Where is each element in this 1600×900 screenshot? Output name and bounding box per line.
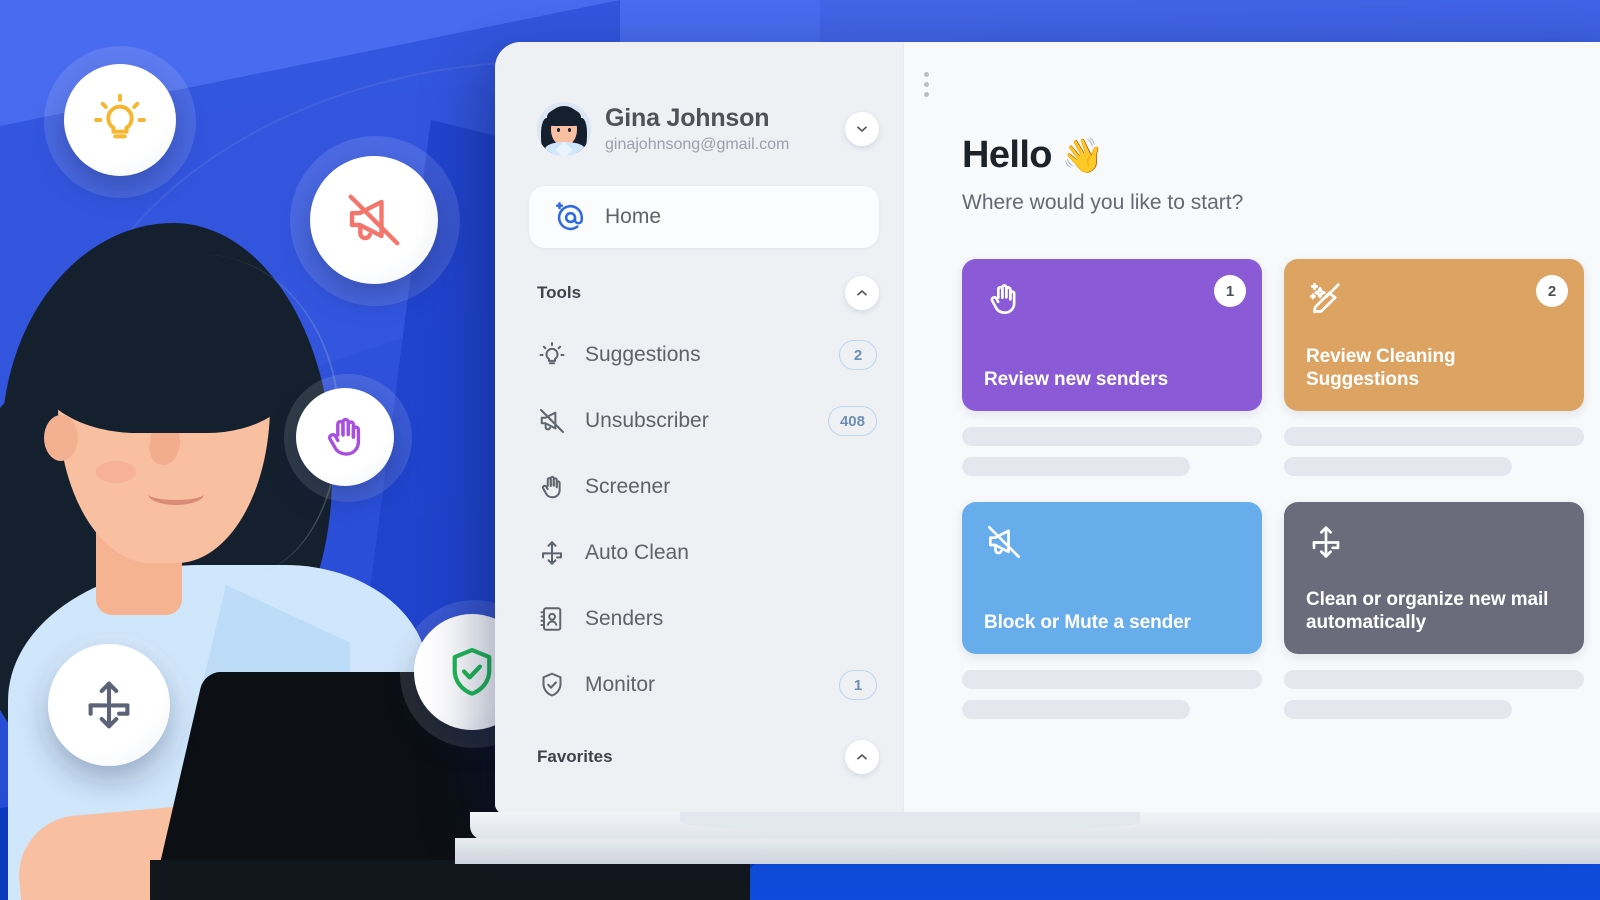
floating-megaphone-off-icon xyxy=(310,156,438,284)
sidebar-item-suggestions-badge: 2 xyxy=(839,340,877,370)
card-cell: Block or Mute a sender xyxy=(962,502,1262,719)
sidebar-item-auto-clean[interactable]: Auto Clean xyxy=(495,520,903,586)
sidebar-item-unsubscriber-badge: 408 xyxy=(827,406,877,436)
sidebar-item-unsubscriber-label: Unsubscriber xyxy=(585,409,709,432)
skeleton-bar xyxy=(962,457,1190,476)
app-window: Gina Johnson ginajohnsong@gmail.com Home xyxy=(495,42,1600,814)
card-skeleton xyxy=(962,670,1262,719)
skeleton-bar xyxy=(1284,700,1512,719)
tools-collapse-button[interactable] xyxy=(845,276,879,310)
sidebar-item-unsubscriber[interactable]: Unsubscriber 408 xyxy=(495,388,903,454)
card-title: Review new senders xyxy=(984,368,1169,390)
megaphone-off-icon xyxy=(988,526,1020,558)
sidebar-item-home-label: Home xyxy=(605,205,662,228)
sidebar-item-home[interactable]: Home xyxy=(529,186,879,248)
auto-clean-icon xyxy=(1312,526,1340,558)
shield-check-icon xyxy=(542,672,562,697)
main-panel: Hello 👋 Where would you like to start? R… xyxy=(903,42,1600,814)
profile-name: Gina Johnson xyxy=(605,104,770,133)
contact-card-icon xyxy=(540,607,562,631)
sidebar-item-monitor-label: Monitor xyxy=(585,673,656,696)
hand-icon xyxy=(541,475,561,499)
card-title: Clean or organize new mail automatically xyxy=(1306,588,1549,633)
action-cards-grid: Review new senders 1 Review Cleaning Sug… xyxy=(962,259,1600,719)
card-skeleton xyxy=(1284,427,1584,476)
card-block-or-mute-a-sender[interactable]: Block or Mute a sender xyxy=(962,502,1262,654)
floating-lightbulb-icon xyxy=(64,64,176,176)
sidebar-item-screener[interactable]: Screener xyxy=(495,454,903,520)
lightbulb-icon xyxy=(539,342,565,365)
sidebar-item-auto-clean-label: Auto Clean xyxy=(585,541,689,564)
card-review-cleaning-suggestions[interactable]: Review Cleaning Suggestions 2 xyxy=(1284,259,1584,411)
sidebar: Gina Johnson ginajohnsong@gmail.com Home xyxy=(495,42,903,814)
floating-hand-icon xyxy=(296,388,394,486)
greeting-text: Hello xyxy=(962,134,1053,176)
sidebar-item-suggestions-label: Suggestions xyxy=(585,343,701,366)
card-title: Block or Mute a sender xyxy=(984,611,1191,633)
sidebar-item-screener-label: Screener xyxy=(585,475,671,498)
card-skeleton xyxy=(1284,670,1584,719)
sidebar-item-senders[interactable]: Senders xyxy=(495,586,903,652)
laptop-notch xyxy=(680,812,1140,832)
favorites-section-title: Favorites xyxy=(537,747,613,766)
skeleton-bar xyxy=(962,700,1190,719)
at-sparkle-icon xyxy=(555,202,584,231)
card-badge: 1 xyxy=(1214,275,1246,307)
card-review-new-senders[interactable]: Review new senders 1 xyxy=(962,259,1262,411)
card-skeleton xyxy=(962,427,1262,476)
skeleton-bar xyxy=(962,670,1262,689)
card-cell: Clean or organize new mail automatically xyxy=(1284,502,1584,719)
page-subtitle: Where would you like to start? xyxy=(962,191,1244,214)
skeleton-bar xyxy=(1284,457,1512,476)
tools-section-title: Tools xyxy=(537,283,582,302)
megaphone-off-icon xyxy=(540,409,564,433)
card-clean-or-organize-new-mail[interactable]: Clean or organize new mail automatically xyxy=(1284,502,1584,654)
sidebar-item-monitor-badge: 1 xyxy=(839,670,877,700)
tools-list: Suggestions 2 Unsubscriber 408 Screener … xyxy=(495,322,903,718)
card-title: Review Cleaning Suggestions xyxy=(1306,345,1456,390)
sidebar-item-suggestions[interactable]: Suggestions 2 xyxy=(495,322,903,388)
skeleton-bar xyxy=(962,427,1262,446)
favorites-section-header[interactable]: Favorites xyxy=(537,740,879,774)
profile-email: ginajohnsong@gmail.com xyxy=(605,135,790,153)
chevron-down-icon xyxy=(857,126,867,132)
tools-section-header[interactable]: Tools xyxy=(537,276,879,310)
auto-clean-icon xyxy=(542,541,562,565)
card-cell: Review new senders 1 xyxy=(962,259,1262,476)
drag-handle-icon[interactable] xyxy=(924,72,929,97)
skeleton-bar xyxy=(1284,670,1584,689)
laptop-foot xyxy=(455,838,1600,864)
profile-header[interactable]: Gina Johnson ginajohnsong@gmail.com xyxy=(537,98,879,160)
waving-hand-icon: 👋 xyxy=(1061,136,1104,175)
broom-sparkle-icon xyxy=(1310,282,1340,314)
chevron-up-icon xyxy=(857,754,867,760)
screenshot-stage: Gina Johnson ginajohnsong@gmail.com Home xyxy=(0,0,1600,900)
card-badge: 2 xyxy=(1536,275,1568,307)
card-cell: Review Cleaning Suggestions 2 xyxy=(1284,259,1584,476)
skeleton-bar xyxy=(1284,427,1584,446)
sidebar-item-senders-label: Senders xyxy=(585,607,664,630)
avatar xyxy=(537,102,591,156)
chevron-up-icon xyxy=(857,290,867,296)
sidebar-item-monitor[interactable]: Monitor 1 xyxy=(495,652,903,718)
page-title: Hello 👋 xyxy=(962,134,1600,177)
hand-icon xyxy=(990,284,1016,314)
floating-auto-clean-icon xyxy=(48,644,170,766)
favorites-collapse-button[interactable] xyxy=(845,740,879,774)
profile-expand-button[interactable] xyxy=(845,112,879,146)
